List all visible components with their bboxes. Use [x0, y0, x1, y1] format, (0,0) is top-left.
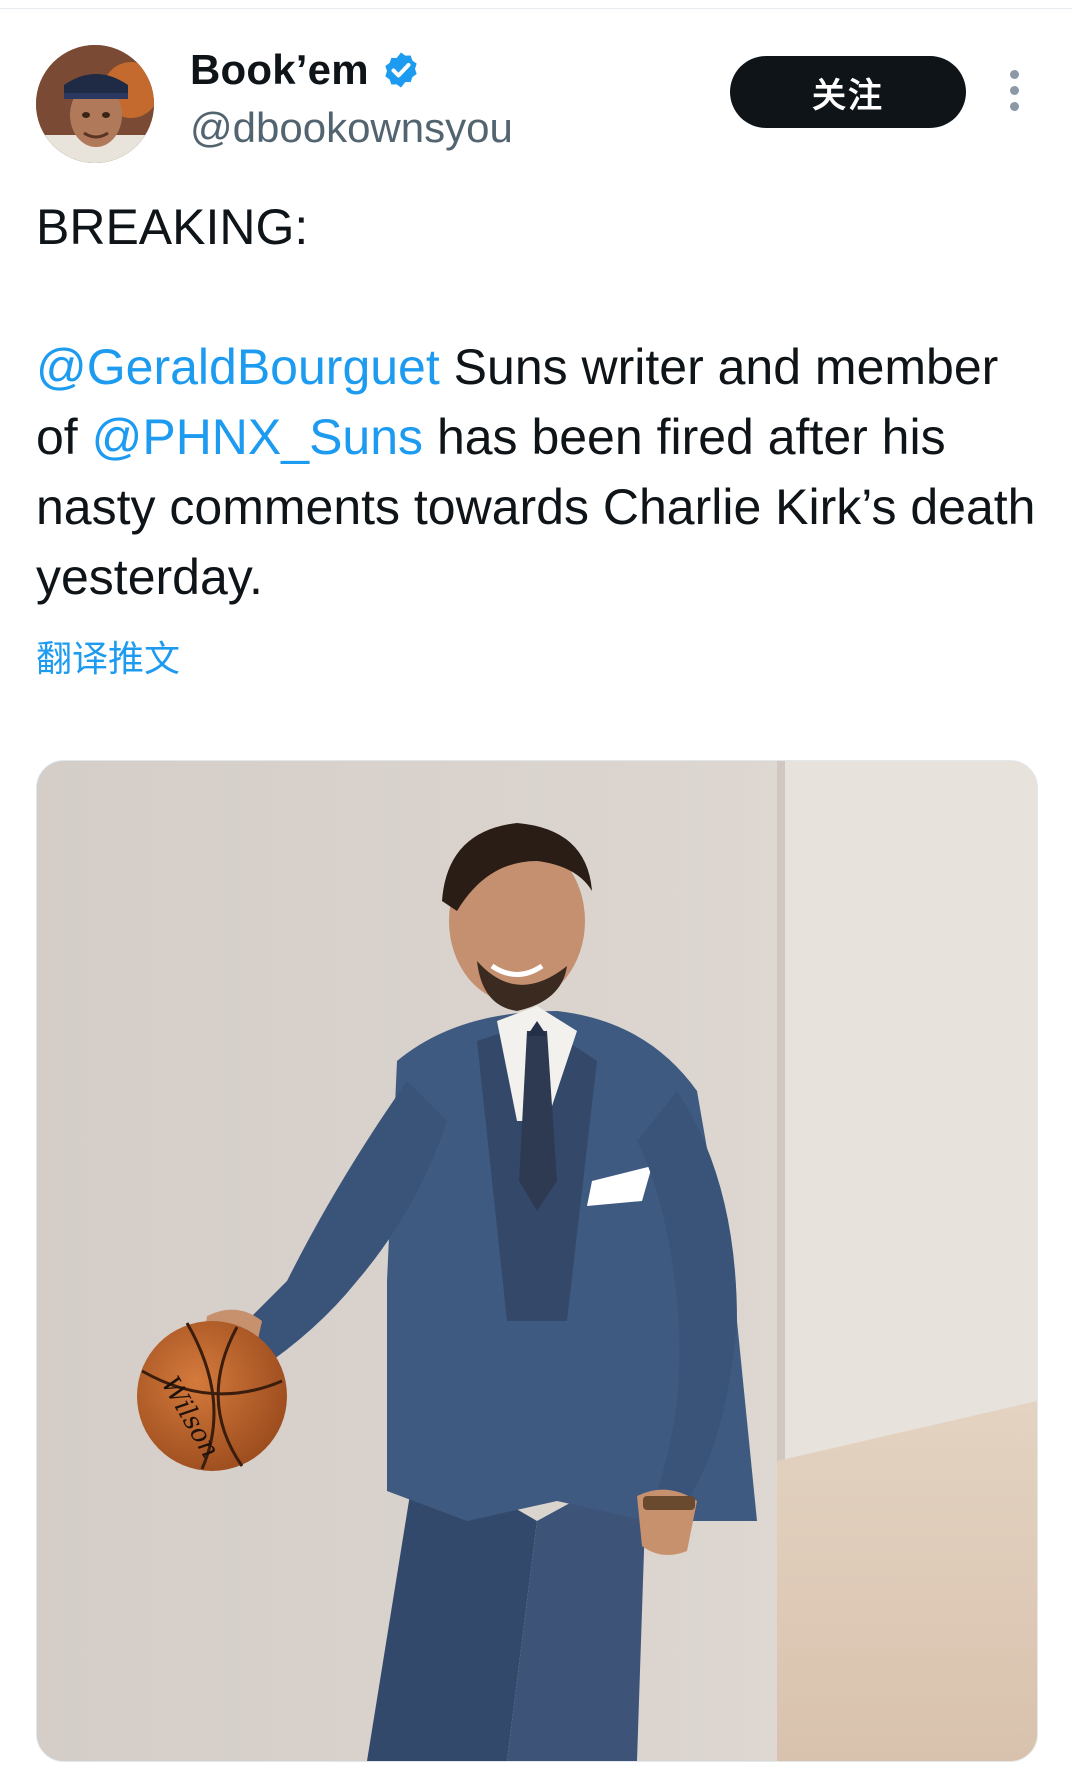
follow-button[interactable]: 关注: [730, 56, 966, 128]
tweet-text-line-breaking: BREAKING:: [36, 199, 309, 255]
mention-link[interactable]: @GeraldBourguet: [36, 339, 440, 395]
author-name-row[interactable]: Book’em: [190, 46, 421, 94]
more-vertical-icon[interactable]: [1000, 70, 1028, 116]
avatar-photo: [36, 45, 154, 163]
author-display-name[interactable]: Book’em: [190, 46, 369, 94]
mention-link[interactable]: @PHNX_Suns: [92, 409, 423, 465]
tweet-text-body: @GeraldBourguet Suns writer and member o…: [36, 332, 1036, 612]
verified-badge-icon: [385, 52, 417, 88]
photo-man-in-suit-with-basketball: Wilson: [37, 761, 1037, 1761]
top-divider: [0, 8, 1072, 9]
tweet-media-image[interactable]: Wilson: [36, 760, 1038, 1762]
tweet-text: BREAKING: @GeraldBourguet Suns writer an…: [36, 192, 1036, 612]
translate-tweet-link[interactable]: 翻译推文: [36, 630, 180, 682]
author-avatar[interactable]: [36, 45, 154, 163]
author-handle[interactable]: @dbookownsyou: [190, 104, 513, 152]
